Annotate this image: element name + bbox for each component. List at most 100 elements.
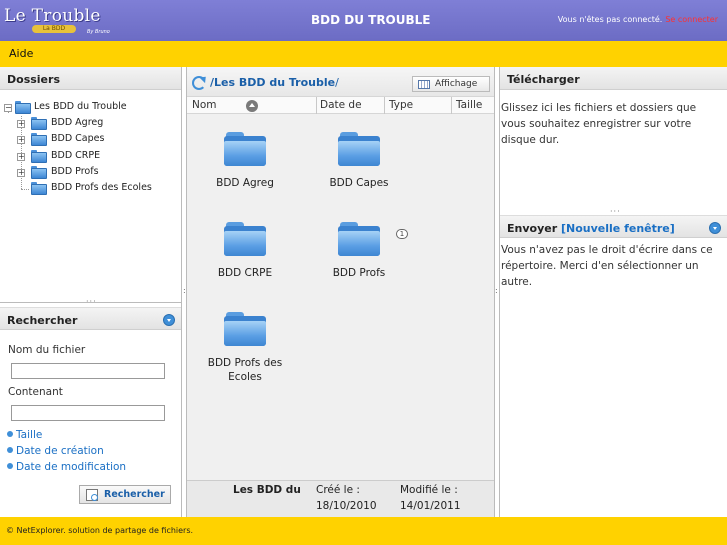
path-tail: / (335, 76, 339, 89)
col-date[interactable]: Date de (320, 99, 362, 111)
tree-node-bdd-profs-des-ecoles[interactable]: BDD Profs des Ecoles (4, 181, 180, 197)
tree-node-label: BDD Profs (51, 165, 99, 177)
col-size[interactable]: Taille (456, 99, 482, 111)
option-modified-date[interactable]: Date de modification (7, 461, 126, 473)
view-grid-icon (418, 80, 430, 89)
search-panel: ··· Rechercher Nom du fichier Contenant … (0, 298, 181, 517)
login-area: Vous n'êtes pas connecté. Se connecter (558, 15, 718, 24)
folder-icon (31, 117, 47, 131)
search-panel-title: Rechercher (0, 307, 181, 330)
menu-item-aide[interactable]: Aide (9, 47, 33, 60)
footer-text: © NetExplorer. solution de partage de fi… (6, 526, 194, 535)
collapse-panel-icon[interactable] (163, 314, 175, 326)
expand-toggle-icon[interactable]: + (17, 152, 25, 161)
collapse-toggle-icon[interactable]: − (4, 104, 12, 112)
left-column: Dossiers − Les BDD du Trouble + BDD Agre… (0, 67, 182, 517)
top-header: Le Trouble La BDD By Bruno BDD DU TROUBL… (0, 0, 727, 41)
menu-bar: Aide (0, 41, 727, 67)
tree-node-label: BDD CRPE (51, 149, 101, 161)
col-name[interactable]: Nom (192, 99, 217, 111)
site-logo[interactable]: Le Trouble La BDD By Bruno (4, 6, 112, 38)
upload-panel-title: Envoyer [Nouvelle fenêtre] (500, 215, 727, 238)
tree-node-bdd-crpe[interactable]: + BDD CRPE (4, 149, 180, 165)
folder-open-icon (15, 101, 31, 114)
folder-icon (224, 312, 266, 346)
info-modified-label: Modifié le : (400, 484, 458, 496)
folder-icon (31, 133, 47, 147)
tree-node-root[interactable]: − Les BDD du Trouble (4, 100, 180, 116)
expand-toggle-icon[interactable]: + (17, 136, 25, 145)
info-created-label: Créé le : (316, 484, 360, 496)
file-browser: /Les BDD du Trouble/ Affichage Nom Date … (186, 67, 495, 517)
current-path[interactable]: /Les BDD du Trouble/ (210, 76, 339, 89)
folder-item[interactable]: BDD Profs (311, 222, 407, 280)
logo-sub: By Bruno (87, 29, 110, 35)
option-created-date[interactable]: Date de création (7, 445, 104, 457)
folder-icon (338, 222, 380, 256)
new-window-link[interactable]: [Nouvelle fenêtre] (561, 222, 675, 235)
folder-icon (31, 149, 47, 163)
tree-node-label: BDD Profs des Ecoles (51, 181, 152, 193)
upload-title-text: Envoyer (507, 222, 558, 235)
bullet-icon (7, 463, 13, 469)
option-size[interactable]: Taille (7, 429, 42, 441)
folder-item-label: BDD Capes (329, 177, 389, 189)
tree-node-bdd-capes[interactable]: + BDD Capes (4, 132, 180, 148)
col-type[interactable]: Type (389, 99, 413, 111)
view-button[interactable]: Affichage (412, 76, 490, 92)
folder-icon (31, 165, 47, 179)
filename-input[interactable] (11, 363, 165, 379)
folder-item[interactable]: BDD Profs des Ecoles (197, 312, 293, 384)
login-link[interactable]: Se connecter (665, 15, 718, 24)
search-button[interactable]: Rechercher (79, 485, 171, 504)
folder-item[interactable]: BDD Agreg (197, 132, 293, 190)
sort-ascending-icon[interactable] (246, 100, 258, 112)
folder-tree: − Les BDD du Trouble + BDD Agreg + BDD C… (4, 100, 180, 197)
folder-icon (224, 222, 266, 256)
folder-item-label: BDD CRPE (217, 267, 273, 279)
search-button-label: Rechercher (104, 489, 165, 500)
folder-item-label: BDD Profs des Ecoles (207, 357, 283, 383)
filename-label: Nom du fichier (8, 344, 86, 356)
download-dropzone-text[interactable]: Glissez ici les fichiers et dossiers que… (501, 100, 723, 148)
option-modified-label: Date de modification (16, 461, 127, 473)
folder-icon (338, 132, 380, 166)
content-label: Contenant (8, 386, 63, 398)
tree-node-label: Les BDD du Trouble (34, 101, 127, 112)
resize-handle[interactable]: ··· (86, 298, 97, 306)
collapse-panel-icon[interactable] (709, 222, 721, 234)
tree-node-label: BDD Capes (51, 133, 105, 145)
column-headers: Nom Date de Type Taille (187, 96, 494, 114)
info-modified-value: 14/01/2011 (400, 500, 461, 512)
folder-item-label: BDD Agreg (216, 177, 274, 189)
view-button-label: Affichage (435, 79, 478, 89)
option-created-label: Date de création (16, 445, 104, 457)
bullet-icon (7, 431, 13, 437)
info-bar: Les BDD du Créé le : Modifié le : 18/10/… (187, 480, 494, 517)
login-status: Vous n'êtes pas connecté. (557, 15, 663, 24)
browser-toolbar: /Les BDD du Trouble/ Affichage (187, 67, 494, 96)
folders-panel-title: Dossiers (0, 67, 181, 90)
folder-item[interactable]: BDD CRPE (197, 222, 293, 280)
folder-icon (31, 181, 47, 195)
tree-node-bdd-agreg[interactable]: + BDD Agreg (4, 116, 180, 132)
tree-node-label: BDD Agreg (51, 117, 104, 129)
option-size-label: Taille (16, 429, 43, 441)
info-name: Les BDD du (233, 484, 301, 496)
download-panel-title: Télécharger (500, 67, 727, 90)
path-text: /Les BDD du Trouble (210, 76, 336, 89)
expand-toggle-icon[interactable]: + (17, 120, 25, 129)
folder-item-label: BDD Profs (332, 267, 386, 279)
logo-badge: La BDD (32, 25, 76, 33)
refresh-icon[interactable] (192, 76, 206, 90)
bullet-icon (7, 447, 13, 453)
content-input[interactable] (11, 405, 165, 421)
tree-node-bdd-profs[interactable]: + BDD Profs (4, 165, 180, 181)
expand-toggle-icon[interactable]: + (17, 168, 25, 177)
comment-icon[interactable]: 1 (396, 229, 408, 239)
right-splitter-handle[interactable]: : (495, 287, 498, 295)
folder-icon (224, 132, 266, 166)
upload-message: Vous n'avez pas le droit d'écrire dans c… (501, 244, 713, 288)
folder-item[interactable]: BDD Capes (311, 132, 407, 190)
file-grid: BDD Agreg BDD Capes BDD CRPE BDD Profs 1… (187, 114, 494, 480)
